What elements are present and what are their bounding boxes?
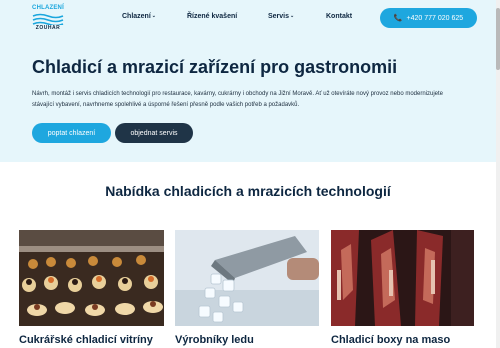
card-title-ice-maker[interactable]: Výrobníky ledu	[175, 334, 254, 346]
nav-item-rizene-kvaseni[interactable]: Řízené kvašení	[187, 13, 237, 20]
nav-item-label: Kontakt	[326, 13, 353, 20]
nav-item-kontakt[interactable]: Kontakt	[326, 13, 352, 20]
poptat-chlazeni-button[interactable]: poptat chlazení	[32, 123, 111, 143]
logo-waves-icon	[32, 13, 64, 25]
logo[interactable]: CHLAZENÍ ZOUHAR	[28, 5, 68, 31]
chevron-down-icon: ⌄	[151, 13, 156, 19]
nav-item-chlazeni[interactable]: Chlazení⌄	[122, 13, 156, 20]
card-image-ice-maker[interactable]	[175, 230, 319, 326]
logo-text-top: CHLAZENÍ	[32, 5, 64, 11]
phone-number: +420 777 020 625	[406, 14, 464, 22]
nav-item-label: Chlazení	[122, 13, 151, 20]
nav-item-label: Servis	[268, 13, 290, 20]
card-title-pastry-display[interactable]: Cukrářské chladicí vitríny	[19, 334, 153, 346]
chevron-down-icon: ⌄	[290, 13, 295, 19]
phone-button[interactable]: 📞 +420 777 020 625	[380, 8, 477, 28]
ice-maker-image	[175, 230, 319, 326]
section-title: Nabídka chladicích a mrazicích technolog…	[105, 183, 391, 199]
nav-item-label: Řízené kvašení	[187, 13, 238, 20]
pastry-display-image	[19, 230, 164, 326]
objednat-servis-button[interactable]: objednat servis	[115, 123, 193, 143]
phone-icon: 📞	[393, 15, 403, 22]
page-title: Chladicí a mrazicí zařízení pro gastrono…	[32, 57, 398, 77]
nav-item-servis[interactable]: Servis⌄	[268, 13, 294, 20]
card-title-meat-box[interactable]: Chladicí boxy na maso	[331, 334, 450, 346]
logo-text-bottom: ZOUHAR	[35, 25, 61, 31]
card-image-meat-box[interactable]	[331, 230, 474, 326]
meat-box-image	[331, 230, 474, 326]
card-image-pastry-display[interactable]	[19, 230, 164, 326]
hero-description: Návrh, montáž i servis chladicích techno…	[32, 91, 444, 108]
scrollbar-thumb[interactable]	[496, 8, 500, 70]
